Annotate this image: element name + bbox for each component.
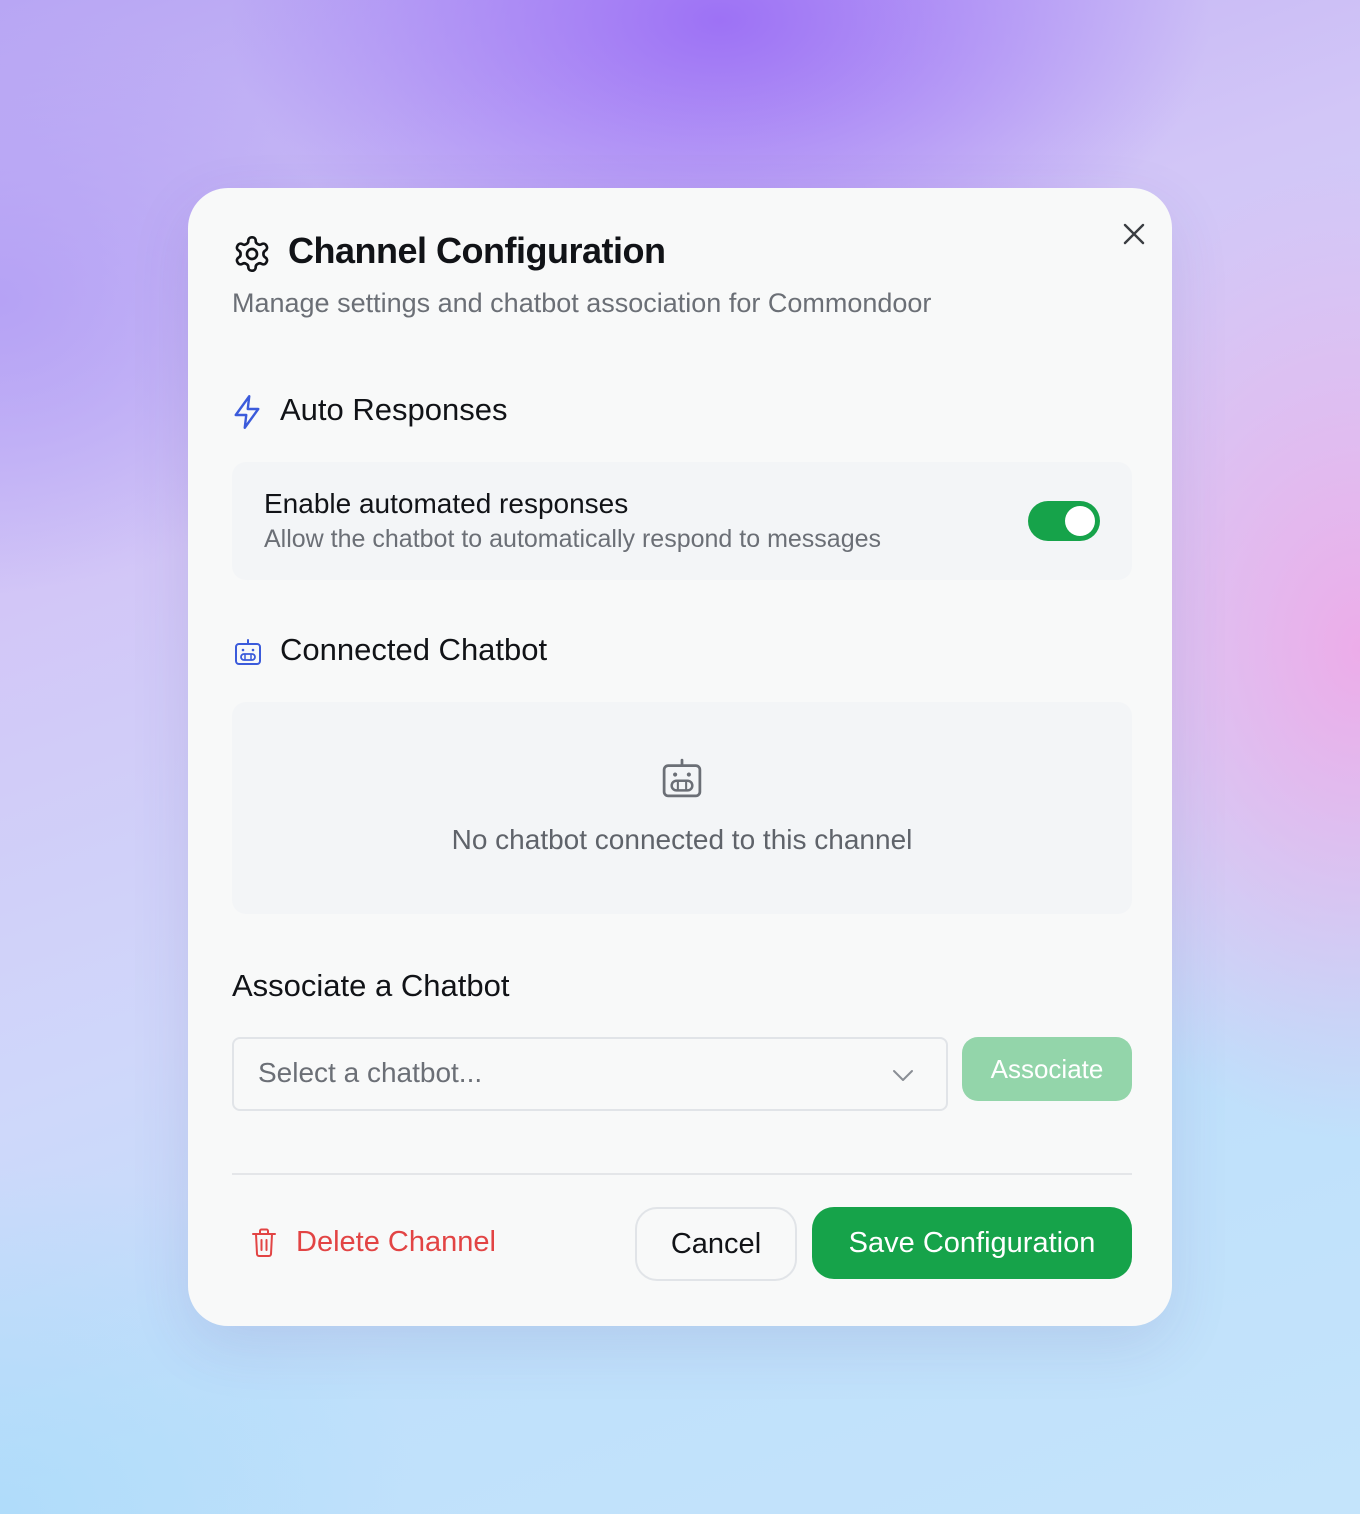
toggle-description: Allow the chatbot to automatically respo…	[264, 525, 882, 553]
empty-state-text: No chatbot connected to this channel	[451, 824, 913, 855]
delete-channel-button[interactable]: Delete Channel	[232, 1208, 532, 1278]
bot-icon	[235, 639, 261, 665]
chatbot-select[interactable]: Select a chatbot...	[232, 1037, 948, 1111]
close-button[interactable]	[1114, 214, 1154, 254]
auto-response-setting-card: Enable automated responses Allow the cha…	[232, 462, 1132, 580]
lightning-icon	[234, 395, 260, 429]
delete-channel-label: Delete Channel	[296, 1226, 496, 1258]
cancel-button[interactable]: Cancel	[635, 1207, 797, 1281]
gear-icon	[235, 236, 269, 272]
toggle-knob	[1065, 506, 1095, 536]
save-configuration-button[interactable]: Save Configuration	[812, 1207, 1132, 1279]
connected-chatbot-heading: Connected Chatbot	[280, 632, 548, 667]
channel-configuration-dialog: Channel Configuration Manage settings an…	[188, 188, 1172, 1326]
auto-response-toggle[interactable]	[1028, 501, 1100, 541]
close-icon[interactable]	[1122, 222, 1146, 246]
empty-chatbot-state: No chatbot connected to this channel	[232, 702, 1132, 914]
auto-responses-heading: Auto Responses	[280, 392, 508, 427]
toggle-title: Enable automated responses	[264, 488, 629, 519]
trash-icon	[252, 1228, 276, 1257]
associate-button[interactable]: Associate	[962, 1037, 1132, 1101]
dialog-title: Channel Configuration	[288, 230, 666, 271]
chatbot-select-placeholder: Select a chatbot...	[258, 1057, 483, 1088]
dialog-subtitle: Manage settings and chatbot association …	[232, 288, 932, 318]
bot-placeholder-icon	[662, 758, 702, 798]
footer-divider	[232, 1173, 1132, 1175]
chevron-down-icon	[893, 1070, 913, 1081]
associate-chatbot-heading: Associate a Chatbot	[232, 968, 510, 1003]
